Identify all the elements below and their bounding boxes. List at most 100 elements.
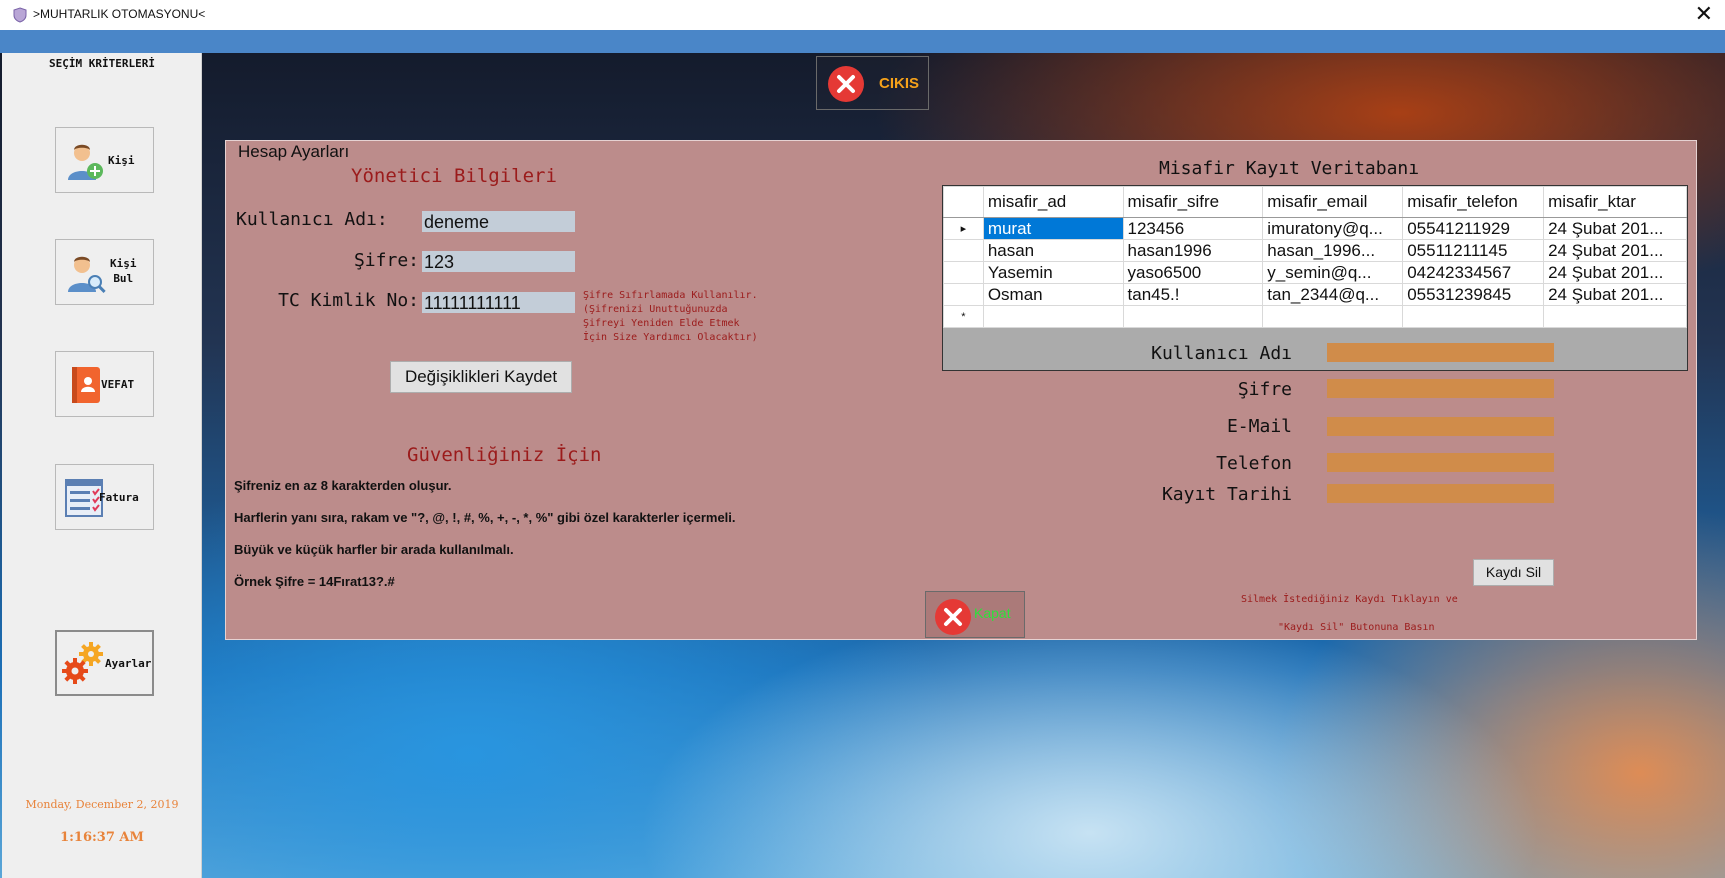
- table-cell[interactable]: 05531239845: [1402, 283, 1545, 306]
- table-cell[interactable]: hasan_1996...: [1262, 239, 1404, 262]
- tc-note: Şifre Sıfırlamada Kullanılır. (Şifrenizi…: [583, 289, 758, 345]
- delete-record-button[interactable]: Kaydı Sil: [1473, 559, 1554, 586]
- close-circle-icon: [935, 599, 971, 635]
- table-cell[interactable]: 24 Şubat 201...: [1543, 239, 1687, 262]
- menu-strip: [0, 30, 1725, 53]
- row-header: [943, 239, 984, 262]
- tc-note-line: İçin Size Yardımcı Olacaktır): [583, 332, 758, 343]
- row-header: [943, 261, 984, 284]
- table-cell[interactable]: [1543, 305, 1687, 328]
- column-header[interactable]: misafir_ktar: [1543, 186, 1687, 218]
- table-cell[interactable]: Yasemin: [982, 261, 1124, 284]
- table-cell[interactable]: 123456: [1122, 217, 1264, 240]
- guest-date-input[interactable]: [1327, 484, 1554, 503]
- table-cell[interactable]: [1262, 305, 1404, 328]
- table-cell[interactable]: [1122, 305, 1264, 328]
- row-header: [943, 283, 984, 306]
- sidebar-item-fatura[interactable]: Fatura: [55, 464, 154, 530]
- guest-phone-label: Telefon: [1216, 453, 1292, 474]
- table-header-row: misafir_ad misafir_sifre misafir_email m…: [943, 186, 1687, 218]
- window-close-button[interactable]: ✕: [1695, 2, 1713, 27]
- tc-note-line: (Şifrenizi Unuttuğunuzda: [583, 304, 728, 315]
- column-header[interactable]: misafir_telefon: [1402, 186, 1545, 218]
- admin-info-heading: Yönetici Bilgileri: [351, 165, 557, 187]
- close-button[interactable]: Kapat: [925, 591, 1025, 638]
- sidebar-item-kisi[interactable]: Kişi: [55, 127, 154, 193]
- tc-note-line: Şifre Sıfırlamada Kullanılır.: [583, 290, 758, 301]
- table-cell[interactable]: tan45.!: [1122, 283, 1264, 306]
- security-heading: Güvenliğiniz İçin: [407, 444, 602, 466]
- group-title: Hesap Ayarları: [236, 142, 352, 162]
- column-header[interactable]: misafir_email: [1262, 186, 1404, 218]
- tc-note-line: Şifreyi Yeniden Elde Etmek: [583, 318, 740, 329]
- save-changes-button[interactable]: Değişiklikleri Kaydet: [390, 361, 572, 393]
- tc-id-label: TC Kimlik No:: [278, 290, 419, 311]
- guest-password-input[interactable]: [1327, 379, 1554, 398]
- guest-username-input[interactable]: [1327, 343, 1554, 362]
- column-header[interactable]: misafir_sifre: [1122, 186, 1264, 218]
- table-row[interactable]: hasan hasan1996 hasan_1996... 0551121114…: [943, 239, 1687, 262]
- guest-date-label: Kayıt Tarihi: [1161, 484, 1292, 505]
- table-cell[interactable]: 05511211145: [1402, 239, 1545, 262]
- sidebar-title: SEÇİM KRİTERLERİ: [49, 57, 155, 70]
- clock-date: Monday, December 2, 2019: [25, 798, 179, 811]
- table-cell[interactable]: yaso6500: [1122, 261, 1264, 284]
- sidebar: SEÇİM KRİTERLERİ Kişi Kişi Bul VEFAT Fat…: [2, 53, 202, 878]
- table-cell[interactable]: hasan1996: [1122, 239, 1264, 262]
- new-row-indicator: *: [943, 305, 984, 328]
- window-titlebar: >MUHTARLIK OTOMASYONU< ✕: [0, 0, 1725, 30]
- guest-table: misafir_ad misafir_sifre misafir_email m…: [943, 186, 1687, 328]
- security-rule: Harflerin yanı sıra, rakam ve "?, @, !, …: [234, 510, 736, 525]
- app-shield-icon: [13, 7, 27, 23]
- security-rule: Büyük ve küçük harfler bir arada kullanı…: [234, 542, 514, 557]
- delete-hint-line: Silmek İstediğiniz Kaydı Tıklayın ve: [1241, 594, 1458, 605]
- close-circle-icon: [828, 66, 864, 102]
- table-row[interactable]: Osman tan45.! tan_2344@q... 05531239845 …: [943, 283, 1687, 306]
- table-cell[interactable]: 24 Şubat 201...: [1543, 217, 1687, 240]
- table-cell[interactable]: 05541211929: [1402, 217, 1545, 240]
- table-cell[interactable]: tan_2344@q...: [1262, 283, 1404, 306]
- contact-book-icon: [72, 367, 100, 403]
- sidebar-item-kisi-bul[interactable]: Kişi Bul: [55, 239, 154, 305]
- sidebar-item-ayarlar[interactable]: Ayarlar: [55, 630, 154, 696]
- password-input[interactable]: 123: [422, 251, 575, 272]
- sidebar-item-label: VEFAT: [101, 378, 135, 391]
- guest-password-label: Şifre: [1237, 379, 1292, 400]
- window-title: >MUHTARLIK OTOMASYONU<: [33, 7, 206, 21]
- clock-time: 1:16:37 AM: [60, 830, 144, 845]
- current-row-indicator: ▸: [943, 217, 984, 240]
- table-cell[interactable]: murat: [982, 217, 1124, 240]
- table-cell[interactable]: [1402, 305, 1545, 328]
- close-button-label: Kapat: [974, 605, 1011, 621]
- guest-username-label: Kullanıcı Adı: [1151, 343, 1292, 364]
- guest-phone-input[interactable]: [1327, 453, 1554, 472]
- sidebar-item-label: Kişi Bul: [110, 257, 137, 285]
- table-cell[interactable]: 24 Şubat 201...: [1543, 283, 1687, 306]
- password-label: Şifre:: [353, 250, 419, 271]
- table-cell[interactable]: y_semin@q...: [1262, 261, 1404, 284]
- exit-button-label: CIKIS: [879, 75, 920, 92]
- table-cell[interactable]: 24 Şubat 201...: [1543, 261, 1687, 284]
- security-rule: Örnek Şifre = 14Fırat13?.#: [234, 574, 395, 589]
- username-input[interactable]: deneme: [422, 211, 575, 232]
- table-cell[interactable]: Osman: [982, 283, 1124, 306]
- table-cell[interactable]: 04242334567: [1402, 261, 1545, 284]
- table-row[interactable]: Yasemin yaso6500 y_semin@q... 0424233456…: [943, 261, 1687, 284]
- guest-email-label: E-Mail: [1226, 416, 1292, 437]
- column-header[interactable]: misafir_ad: [982, 186, 1124, 218]
- gears-icon: [62, 642, 103, 684]
- user-search-icon: [68, 256, 106, 293]
- sidebar-item-label: Ayarlar: [105, 657, 152, 670]
- guest-db-title: Misafir Kayıt Veritabanı: [1159, 158, 1420, 179]
- guest-datagrid[interactable]: misafir_ad misafir_sifre misafir_email m…: [942, 185, 1688, 371]
- new-table-row[interactable]: *: [943, 305, 1687, 328]
- table-cell[interactable]: hasan: [982, 239, 1124, 262]
- guest-email-input[interactable]: [1327, 417, 1554, 436]
- table-cell[interactable]: imuratony@q...: [1262, 217, 1404, 240]
- exit-button[interactable]: CIKIS: [816, 56, 929, 110]
- row-header-corner: [943, 186, 984, 218]
- table-cell[interactable]: [982, 305, 1124, 328]
- table-row[interactable]: ▸ murat 123456 imuratony@q... 0554121192…: [943, 217, 1687, 240]
- sidebar-item-vefat[interactable]: VEFAT: [55, 351, 154, 417]
- tc-id-input[interactable]: 11111111111: [422, 292, 575, 313]
